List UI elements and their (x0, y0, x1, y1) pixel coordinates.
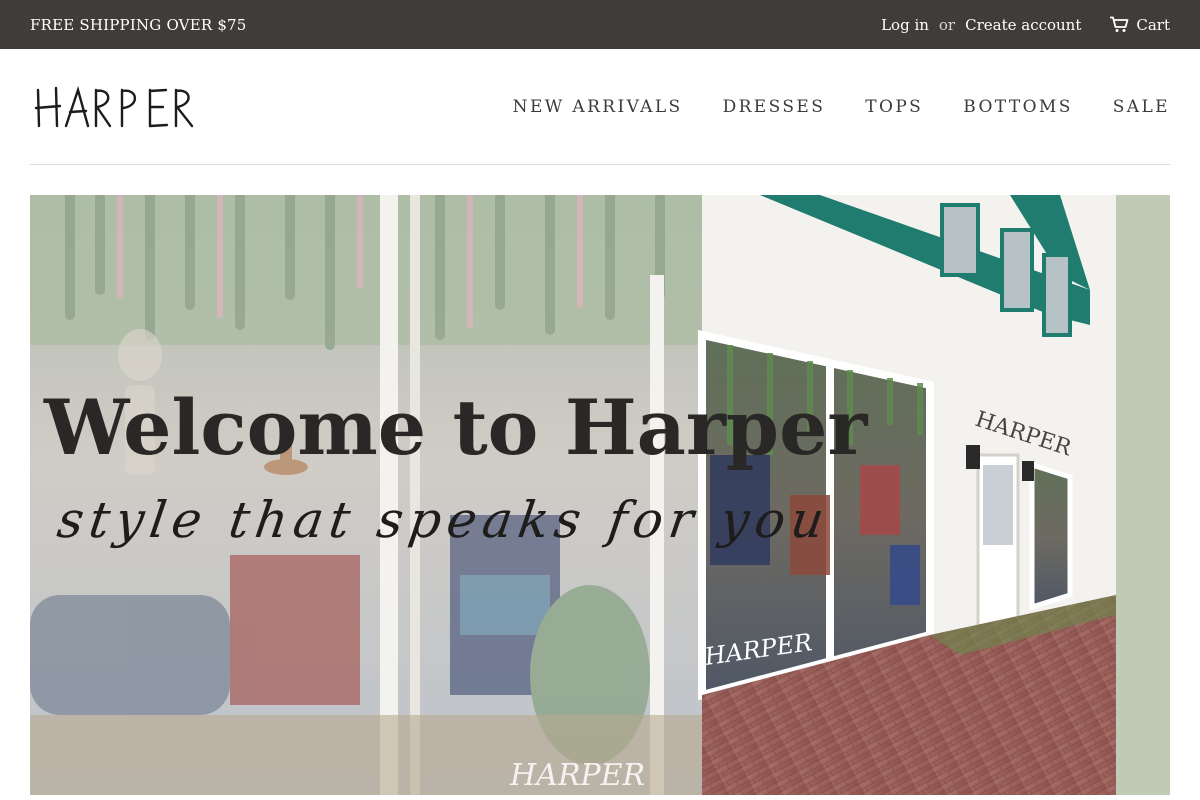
or-text: or (938, 15, 956, 34)
nav-new-arrivals[interactable]: NEW ARRIVALS (513, 97, 683, 117)
main-nav: NEW ARRIVALS DRESSES TOPS BOTTOMS SALE (473, 97, 1170, 117)
account-links: Log in or Create account Cart (881, 16, 1170, 34)
hero-title: Welcome to Harper (44, 383, 868, 472)
window-sign-text: HARPER (509, 758, 645, 793)
announcement-bar: FREE SHIPPING OVER $75 Log in or Create … (0, 0, 1200, 49)
cart-icon (1109, 16, 1129, 33)
nav-sale[interactable]: SALE (1113, 97, 1170, 117)
site-header: NEW ARRIVALS DRESSES TOPS BOTTOMS SALE (30, 49, 1170, 165)
login-link[interactable]: Log in (881, 16, 929, 34)
free-shipping-text: FREE SHIPPING OVER $75 (30, 15, 247, 34)
hero-banner[interactable]: HARPER HARPER HARPER Welcome to Harper s… (30, 195, 1170, 795)
nav-bottoms[interactable]: BOTTOMS (963, 97, 1073, 117)
cart-link[interactable]: Cart (1109, 16, 1170, 34)
harper-logo-image (34, 85, 194, 127)
harper-logo[interactable] (30, 77, 200, 137)
cart-label: Cart (1136, 15, 1170, 34)
create-account-link[interactable]: Create account (965, 16, 1081, 34)
hero-tagline: style that speaks for you (53, 491, 834, 549)
nav-tops[interactable]: TOPS (865, 97, 923, 117)
nav-dresses[interactable]: DRESSES (723, 97, 826, 117)
